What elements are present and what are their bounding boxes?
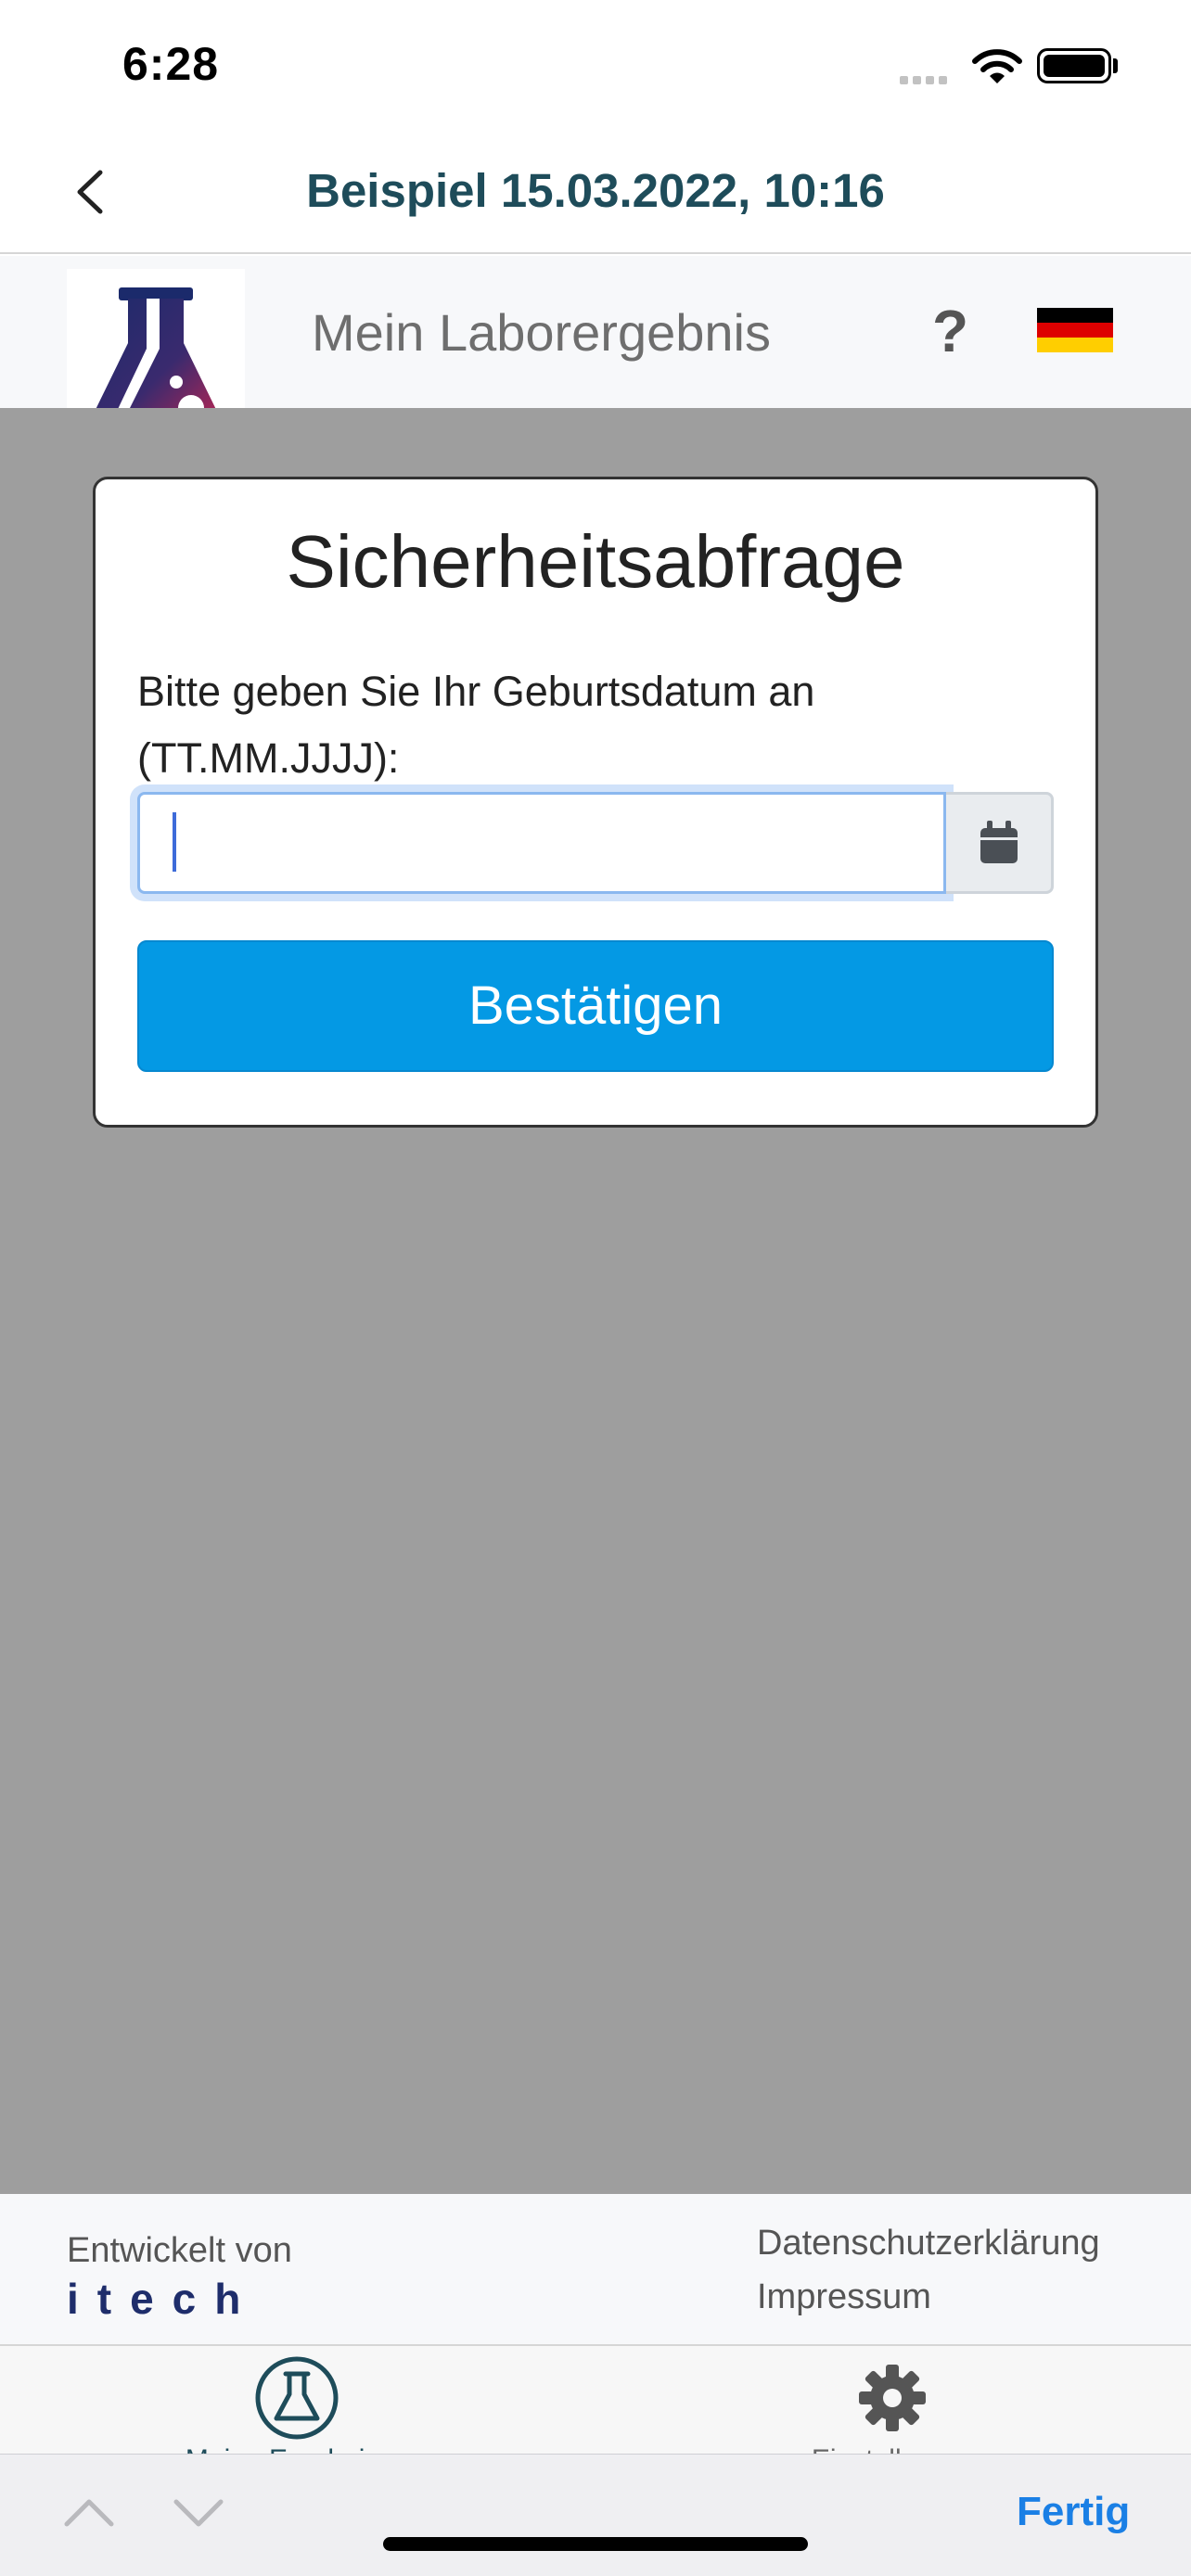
tab-results[interactable]	[254, 2355, 339, 2445]
flask-icon	[255, 2356, 339, 2440]
imprint-link[interactable]: Impressum	[757, 2277, 931, 2317]
card-title: Sicherheitsabfrage	[286, 520, 905, 603]
tab-settings[interactable]	[855, 2361, 929, 2440]
calendar-button[interactable]	[946, 792, 1054, 894]
developed-by-label: Entwickelt von	[67, 2231, 292, 2270]
birthdate-label: Bitte geben Sie Ihr Geburtsdatum an (TT.…	[137, 668, 815, 782]
nav-title: Beispiel 15.03.2022, 10:16	[306, 164, 885, 217]
itech-logo: itech	[67, 2275, 260, 2323]
german-flag-icon[interactable]	[1037, 308, 1113, 352]
done-button[interactable]: Fertig	[1017, 2489, 1130, 2535]
calendar-icon	[980, 821, 1018, 863]
confirm-button[interactable]: Bestätigen	[137, 940, 1054, 1072]
next-field-button[interactable]	[171, 2493, 226, 2538]
help-button[interactable]: ?	[932, 297, 968, 365]
status-time: 6:28	[122, 38, 220, 90]
tab-bar	[0, 2344, 1191, 2455]
text-caret	[173, 812, 176, 872]
signal-icon	[900, 72, 952, 89]
wifi-icon	[972, 48, 1022, 90]
birthdate-input[interactable]	[137, 792, 946, 894]
header-title: Mein Laborergebnis	[312, 303, 771, 362]
gear-icon	[859, 2365, 926, 2431]
chevron-down-icon	[173, 2499, 224, 2527]
previous-field-button[interactable]	[61, 2493, 117, 2538]
home-indicator	[383, 2537, 808, 2551]
battery-icon	[1037, 48, 1111, 83]
battery-cap	[1113, 58, 1118, 73]
chevron-up-icon	[64, 2499, 114, 2527]
privacy-link[interactable]: Datenschutzerklärung	[757, 2224, 1100, 2264]
